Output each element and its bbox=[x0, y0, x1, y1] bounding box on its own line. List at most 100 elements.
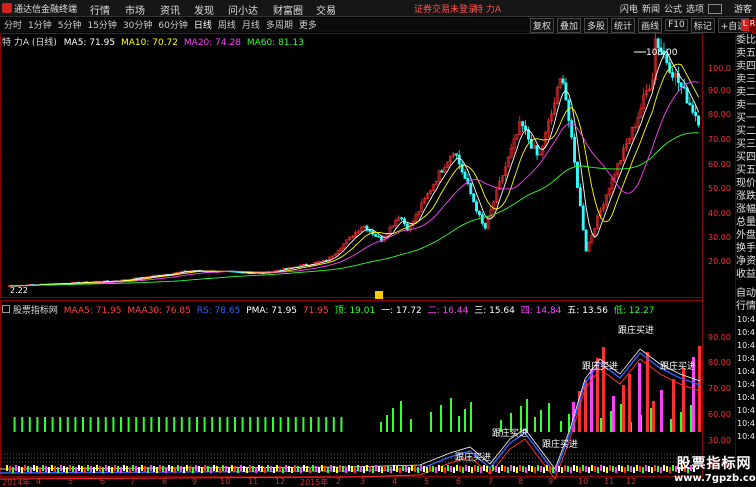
multi-stock-button[interactable]: 多股 bbox=[584, 17, 609, 33]
menu-options[interactable]: 选项 bbox=[686, 2, 704, 15]
period-tab-5min[interactable]: 5分钟 bbox=[58, 18, 82, 31]
band-candle bbox=[468, 466, 470, 472]
signal-bar bbox=[256, 417, 259, 432]
side-label[interactable]: 买一 bbox=[736, 112, 756, 125]
side-label[interactable]: 现价 bbox=[736, 177, 756, 190]
signal-bar bbox=[36, 417, 39, 432]
restore-rights-button[interactable]: 复权 bbox=[530, 17, 555, 33]
band-candle bbox=[51, 465, 53, 471]
band-candle bbox=[237, 467, 239, 473]
period-tab-60min[interactable]: 60分钟 bbox=[158, 18, 187, 31]
date-tick: 12 bbox=[626, 477, 637, 486]
event-marker-icon[interactable] bbox=[375, 291, 383, 299]
candle-body bbox=[475, 201, 478, 212]
auto-label[interactable]: 自动 bbox=[736, 287, 756, 300]
signal-bar bbox=[620, 404, 622, 432]
side-label[interactable]: 换手 bbox=[736, 242, 756, 255]
band-candle bbox=[567, 466, 569, 472]
overlay-button[interactable]: 叠加 bbox=[557, 17, 582, 33]
login-warning[interactable]: 证券交易未登录 bbox=[414, 2, 477, 15]
band-candle bbox=[363, 467, 365, 473]
band-candle bbox=[408, 467, 410, 473]
side-label[interactable]: 总量 bbox=[736, 216, 756, 229]
side-label[interactable]: 卖四 bbox=[736, 60, 756, 73]
menu-wealth[interactable]: 财富圈 bbox=[273, 2, 303, 17]
main-chart-title: 特 力A (日线) bbox=[2, 38, 57, 48]
statistics-button[interactable]: 统计 bbox=[611, 17, 636, 33]
period-tab-daily[interactable]: 日线 bbox=[194, 18, 212, 31]
date-tick: 10 bbox=[578, 477, 589, 486]
signal-bar bbox=[698, 346, 701, 432]
quote-label[interactable]: 行情 bbox=[736, 300, 756, 313]
band-candle bbox=[321, 465, 323, 471]
side-label[interactable]: 买四 bbox=[736, 151, 756, 164]
band-candle bbox=[201, 467, 203, 473]
menu-market-quotes[interactable]: 行情 bbox=[90, 2, 110, 17]
f10-button[interactable]: F10 bbox=[665, 19, 688, 31]
side-label[interactable]: 卖五 bbox=[736, 47, 756, 60]
period-tab-1min[interactable]: 1分钟 bbox=[28, 18, 52, 31]
side-label[interactable]: 卖三 bbox=[736, 73, 756, 86]
menu-ask[interactable]: 问小达 bbox=[228, 2, 258, 17]
side-label[interactable]: 卖一 bbox=[736, 99, 756, 112]
indicator-settings-icon[interactable] bbox=[2, 305, 10, 313]
band-candle bbox=[225, 466, 227, 472]
signal-bar bbox=[386, 415, 388, 432]
stock-label: 特 力A bbox=[474, 5, 502, 15]
side-label[interactable]: 收益 bbox=[736, 268, 756, 281]
menu-discover[interactable]: 发现 bbox=[194, 2, 214, 17]
period-tab-more[interactable]: 更多 bbox=[299, 18, 317, 31]
candle-body bbox=[284, 267, 288, 270]
band-candle bbox=[582, 465, 584, 471]
band-candle bbox=[441, 466, 443, 472]
chart-canvas[interactable]: 108.00 2.22 跟庄买进 跟庄买进 跟庄买进 跟庄买进 跟庄买进 跟庄买… bbox=[0, 33, 735, 487]
band-candle bbox=[288, 466, 290, 472]
draw-line-button[interactable]: 画线 bbox=[638, 17, 663, 33]
menu-news[interactable]: 资讯 bbox=[160, 2, 180, 17]
guest-label[interactable]: 游客 bbox=[734, 2, 752, 15]
period-tab-15min[interactable]: 15分钟 bbox=[87, 18, 116, 31]
band-candle bbox=[99, 466, 101, 472]
side-label[interactable]: 买三 bbox=[736, 138, 756, 151]
side-label[interactable]: 净资 bbox=[736, 255, 756, 268]
period-tab-weekly[interactable]: 周线 bbox=[218, 18, 236, 31]
band-candle bbox=[180, 466, 182, 472]
price-tick: 20.00 bbox=[708, 257, 731, 266]
band-candle bbox=[477, 466, 479, 472]
menu-formula[interactable]: 公式 bbox=[664, 2, 682, 15]
side-label[interactable]: 涨幅 bbox=[736, 203, 756, 216]
side-label[interactable]: 买五 bbox=[736, 164, 756, 177]
band-candle bbox=[45, 466, 47, 472]
moving-averages bbox=[9, 50, 700, 287]
tick-time: 10:4 bbox=[737, 341, 755, 350]
badge-l[interactable]: L bbox=[741, 19, 749, 31]
signal-bar bbox=[218, 417, 221, 432]
mark-button[interactable]: 标记 bbox=[690, 17, 715, 33]
signal-bar bbox=[196, 417, 198, 432]
side-label[interactable]: 委比 bbox=[736, 34, 756, 47]
band-candle bbox=[213, 465, 215, 471]
menu-trade[interactable]: 交易 bbox=[316, 2, 336, 17]
band-candle bbox=[195, 465, 197, 471]
side-label[interactable]: 卖二 bbox=[736, 86, 756, 99]
period-tab-multi[interactable]: 多周期 bbox=[266, 18, 293, 31]
signal-bar bbox=[112, 417, 115, 432]
band-candle bbox=[534, 467, 536, 473]
period-tab-30min[interactable]: 30分钟 bbox=[123, 18, 152, 31]
menu-market[interactable]: 市场 bbox=[125, 2, 145, 17]
band-candle bbox=[585, 466, 587, 472]
window-icon[interactable] bbox=[707, 3, 722, 14]
menu-news-right[interactable]: 新闻 bbox=[642, 2, 660, 15]
period-tab-monthly[interactable]: 月线 bbox=[242, 18, 260, 31]
side-label[interactable]: 涨跌 bbox=[736, 190, 756, 203]
menu-flash[interactable]: 闪电 bbox=[620, 2, 638, 15]
signal-bar bbox=[652, 401, 655, 432]
side-label[interactable]: 买二 bbox=[736, 125, 756, 138]
badge-r[interactable]: R bbox=[749, 19, 756, 31]
sub-chart-title[interactable]: 股票指标网 bbox=[13, 306, 58, 316]
period-tab-timeshare[interactable]: 分时 bbox=[4, 18, 22, 31]
date-tick: 3 bbox=[360, 477, 366, 486]
side-label[interactable]: 外盘 bbox=[736, 229, 756, 242]
signal-bar bbox=[302, 417, 305, 432]
signal-bar bbox=[602, 347, 605, 432]
